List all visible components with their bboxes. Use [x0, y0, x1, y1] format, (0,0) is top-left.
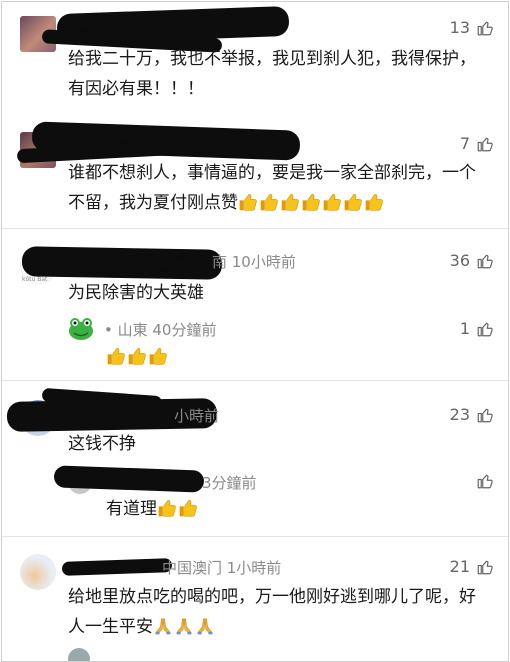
thumbs-up-icon	[476, 19, 494, 37]
reply-text: 有道理	[106, 494, 509, 524]
thumbs-up-emoji-icon	[106, 346, 126, 366]
comment-item: kōtu Bāt 南 10小時前 36 为民除害的大英雄 • 山東 40分鐘前 …	[2, 230, 508, 376]
like-button[interactable]: 23	[450, 405, 494, 424]
thumbs-up-emoji-icon	[148, 346, 168, 366]
thumbs-up-emoji-icon	[238, 192, 258, 212]
thumbs-up-emoji-icon	[178, 498, 198, 518]
comment-text: 这钱不挣	[68, 434, 136, 454]
divider	[2, 536, 508, 537]
thumbs-up-emoji-icon	[259, 192, 279, 212]
reply-meta: • 山東 40分鐘前	[104, 319, 216, 340]
reply-like-button[interactable]	[476, 472, 494, 490]
like-button[interactable]: 13	[450, 18, 494, 37]
comment-text: 为民除害的大英雄	[68, 283, 204, 303]
comment-text-content: 给地里放点吃的喝的吧，万一他刚好逃到哪儿了呢，好人一生平安	[68, 587, 476, 637]
like-count: 1	[459, 319, 470, 338]
comment-item: 小時前 23 这钱不挣 3分鐘前 有道理	[2, 382, 508, 532]
reply-like-button[interactable]: 1	[460, 319, 494, 338]
comment-meta: 中国澳门 1小時前	[162, 559, 282, 577]
praying-hands-emoji-icon	[174, 616, 194, 636]
comment-text: 给我二十万，我也不举报，我见到刹人犯，我得保护，有因必有果！！！	[68, 49, 476, 99]
comment-item: 13 给我二十万，我也不举报，我见到刹人犯，我得保护，有因必有果！！！	[2, 2, 508, 114]
comment-meta: 南 10小時前	[212, 253, 296, 271]
praying-hands-emoji-icon	[195, 616, 215, 636]
thumbs-up-icon	[476, 472, 494, 490]
thumbs-up-emoji-icon	[157, 498, 177, 518]
emoji-row	[153, 617, 216, 637]
thumbs-up-emoji-icon	[301, 192, 321, 212]
thumbs-up-icon	[476, 320, 494, 338]
avatar[interactable]	[20, 554, 56, 590]
thumbs-up-icon	[476, 252, 494, 270]
thumbs-up-emoji-icon	[127, 346, 147, 366]
redaction-scribble	[61, 558, 173, 576]
like-button[interactable]: 36	[450, 251, 494, 270]
like-count: 36	[449, 251, 470, 270]
thumbs-up-emoji-icon	[280, 192, 300, 212]
dot-separator: •	[104, 321, 118, 339]
divider	[2, 380, 508, 381]
thumbs-up-emoji-icon	[364, 192, 384, 212]
comment-item: 中国澳门 1小時前 21 给地里放点吃的喝的吧，万一他刚好逃到哪儿了呢，好人一生…	[2, 538, 508, 661]
like-count: 7	[459, 134, 470, 153]
avatar-caption: kōtu Bāt	[22, 276, 48, 283]
comment-list: 13 给我二十万，我也不举报，我见到刹人犯，我得保护，有因必有果！！！ 7 谁都…	[1, 1, 509, 662]
divider	[2, 228, 508, 229]
reply-text-content: 有道理	[106, 499, 157, 519]
reply-avatar[interactable]	[68, 648, 90, 661]
reply-emoji-row	[106, 346, 169, 366]
emoji-row	[238, 193, 385, 213]
reply-meta: 3分鐘前	[202, 474, 257, 492]
frog-avatar-icon[interactable]	[68, 316, 94, 342]
like-count: 13	[449, 18, 470, 37]
thumbs-up-icon	[476, 558, 494, 576]
comment-text: 谁都不想刹人，事情逼的，要是我一家全部刹完，一个不留，我为夏付刚点赞	[68, 158, 488, 218]
comment-meta: 小時前	[174, 407, 220, 425]
reply-meta-text: 山東 40分鐘前	[117, 321, 217, 339]
thumbs-up-icon	[476, 135, 494, 153]
like-button[interactable]: 7	[460, 134, 494, 153]
comment-item: 7 谁都不想刹人，事情逼的，要是我一家全部刹完，一个不留，我为夏付刚点赞	[2, 114, 508, 226]
thumbs-up-icon	[476, 406, 494, 424]
thumbs-up-emoji-icon	[343, 192, 363, 212]
thumbs-up-emoji-icon	[322, 192, 342, 212]
praying-hands-emoji-icon	[153, 616, 173, 636]
like-count: 21	[449, 557, 470, 576]
like-button[interactable]: 21	[450, 557, 494, 576]
comment-text: 给地里放点吃的喝的吧，万一他刚好逃到哪儿了呢，好人一生平安	[68, 582, 488, 642]
like-count: 23	[449, 405, 470, 424]
emoji-row	[157, 499, 199, 519]
